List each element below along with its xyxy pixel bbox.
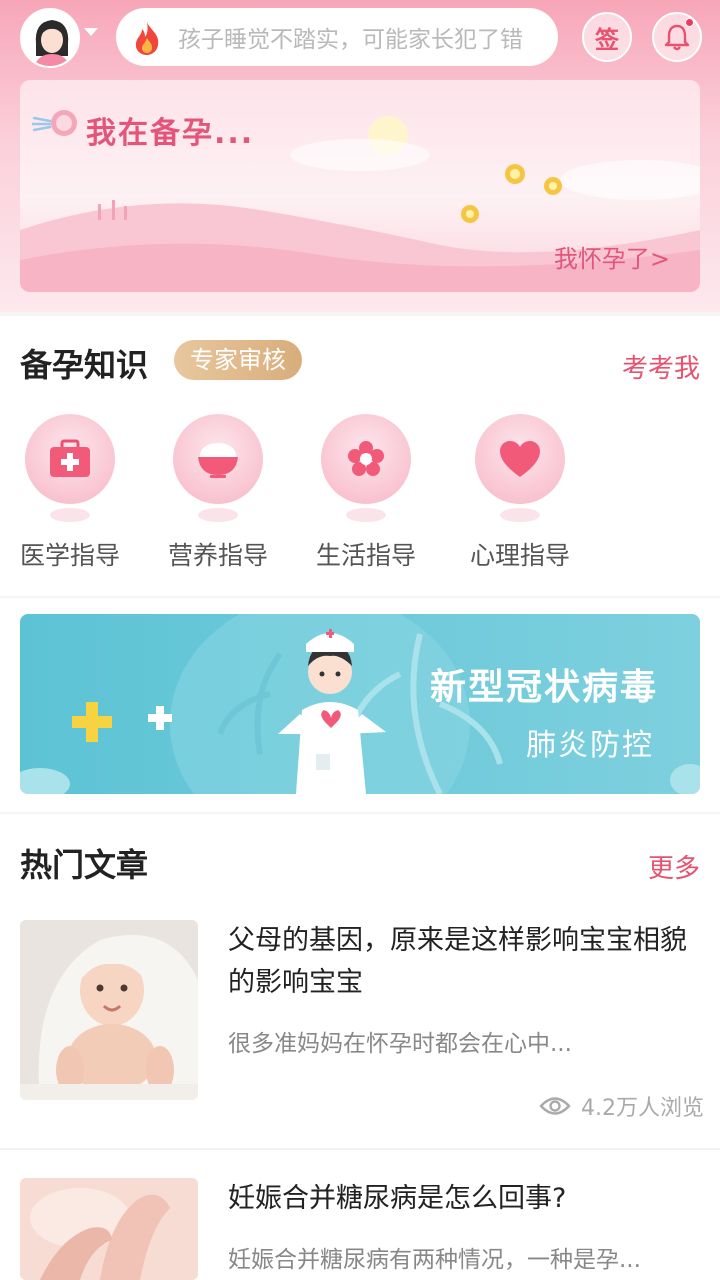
divider <box>0 1148 720 1150</box>
guide-label: 营养指导 <box>167 541 268 570</box>
quiz-link[interactable]: 考考我 <box>622 348 700 385</box>
article-summary: 很多准妈妈在怀孕时都会在心中... <box>228 1031 572 1057</box>
rice-bowl-icon <box>198 443 238 478</box>
sperm-egg-icon <box>32 110 77 136</box>
article-thumbnail <box>20 1178 198 1280</box>
section-title: 备孕知识 <box>20 346 149 384</box>
covid-banner[interactable]: 新型冠状病毒 肺炎防控 <box>20 614 700 794</box>
sign-in-button[interactable]: 签 <box>582 12 632 62</box>
notification-dot <box>685 18 694 27</box>
medical-kit-icon <box>50 439 90 477</box>
notification-button[interactable] <box>652 12 702 62</box>
search-bar[interactable]: 孩子睡觉不踏实，可能家长犯了错 <box>116 8 558 66</box>
user-avatar[interactable] <box>20 8 80 68</box>
view-count: 4.2万人浏览 <box>581 1096 704 1121</box>
flower-icon <box>348 441 384 476</box>
article-item[interactable]: 妊娠合并糖尿病是怎么回事? 妊娠合并糖尿病有两种情况，一种是孕... <box>0 1178 720 1280</box>
chevron-down-icon[interactable] <box>84 28 98 36</box>
article-title: 妊娠合并糖尿病是怎么回事? <box>228 1183 567 1214</box>
guide-nutrition[interactable]: 营养指导 <box>158 414 278 572</box>
guide-lifestyle[interactable]: 生活指导 <box>306 414 426 572</box>
hot-articles-section: 热门文章 更多 父母的基因，原来是这样影响宝宝相貌的影响宝宝 很多准妈妈在怀孕时… <box>0 814 720 1280</box>
eye-icon <box>539 1097 571 1115</box>
header: 孩子睡觉不踏实，可能家长犯了错 签 我在备孕... 我怀孕了> <box>0 0 720 312</box>
guide-psychology[interactable]: 心理指导 <box>460 414 580 572</box>
expert-badge: 专家审核 <box>174 340 302 380</box>
article-title: 父母的基因，原来是这样影响宝宝相貌的影响宝宝 <box>228 925 687 998</box>
covid-title: 新型冠状病毒 <box>429 667 658 708</box>
pregnant-switch-link[interactable]: 我怀孕了> <box>554 239 670 274</box>
status-text: 我在备孕... <box>86 116 255 151</box>
covid-subtitle: 肺炎防控 <box>526 728 654 763</box>
guide-label: 生活指导 <box>315 541 416 570</box>
bell-icon <box>664 24 690 51</box>
article-thumbnail <box>20 920 198 1100</box>
promo-section: 新型冠状病毒 肺炎防控 <box>0 598 720 812</box>
guide-label: 医学指导 <box>19 541 120 570</box>
heart-icon <box>500 441 540 477</box>
guide-label: 心理指导 <box>469 541 570 570</box>
knowledge-section: 备孕知识 专家审核 考考我 医学指导 营养指导 生活指导 心理指导 <box>0 316 720 596</box>
article-item[interactable]: 父母的基因，原来是这样影响宝宝相貌的影响宝宝 很多准妈妈在怀孕时都会在心中...… <box>0 920 720 1140</box>
status-banner[interactable]: 我在备孕... 我怀孕了> <box>20 80 700 292</box>
guide-medical[interactable]: 医学指导 <box>10 414 130 572</box>
article-summary: 妊娠合并糖尿病有两种情况，一种是孕... <box>228 1247 641 1273</box>
article-views: 4.2万人浏览 <box>539 1090 704 1122</box>
fire-icon <box>135 22 159 55</box>
more-link[interactable]: 更多 <box>648 848 700 885</box>
search-placeholder: 孩子睡觉不踏实，可能家长犯了错 <box>178 27 523 53</box>
section-title: 热门文章 <box>20 846 149 884</box>
